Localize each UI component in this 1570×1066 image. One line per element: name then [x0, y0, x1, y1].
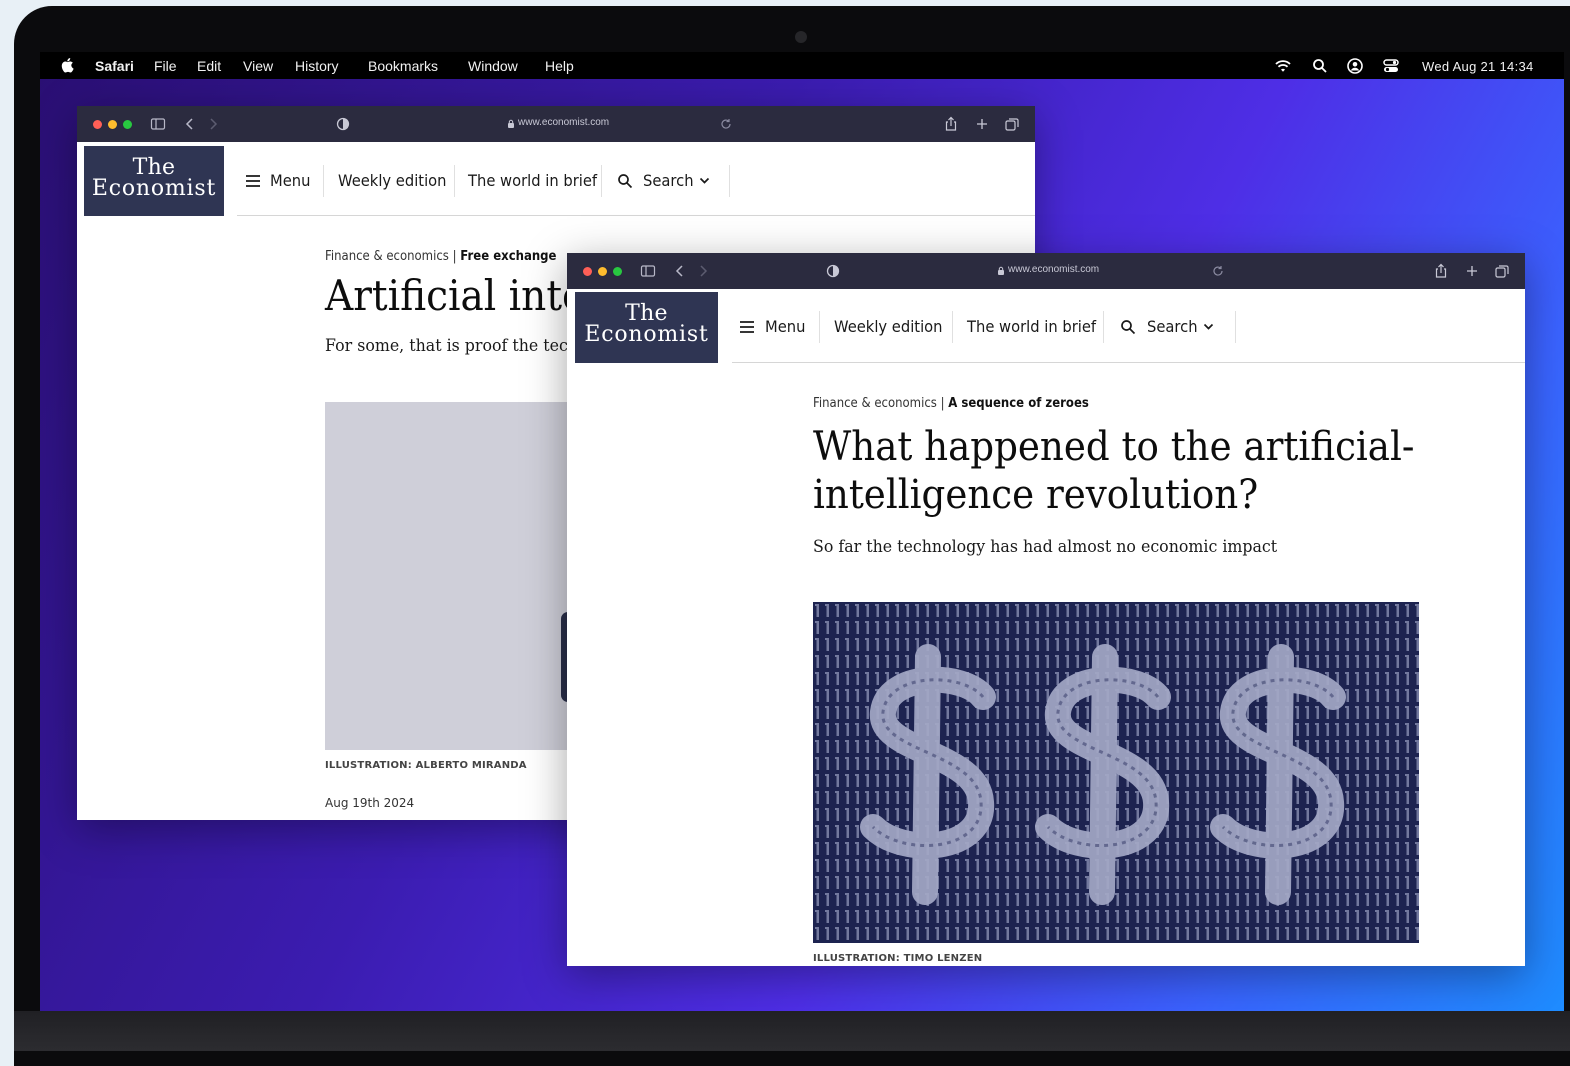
article-kicker: Finance & economics | A sequence of zero…	[813, 396, 1089, 411]
menu-window[interactable]: Window	[468, 58, 518, 74]
share-icon[interactable]	[1433, 263, 1449, 279]
browser-toolbar: www.economist.com	[567, 253, 1525, 289]
article-date: Aug 19th 2024	[325, 796, 415, 810]
logo-line-1: The	[132, 155, 176, 180]
logo-line-1: The	[625, 301, 668, 326]
privacy-shield-icon[interactable]	[335, 116, 351, 132]
nav-divider	[323, 165, 324, 197]
menu-help[interactable]: Help	[545, 58, 574, 74]
economist-logo[interactable]: The Economist	[575, 292, 718, 363]
minimize-window-button[interactable]	[598, 267, 607, 276]
menu-bookmarks[interactable]: Bookmarks	[368, 58, 438, 74]
control-center-icon[interactable]	[1382, 57, 1400, 75]
kicker-topic[interactable]: A sequence of zeroes	[948, 396, 1089, 411]
menu-app-safari[interactable]: Safari	[95, 58, 134, 74]
site-nav: Menu Weekly edition The world in brief S…	[243, 163, 743, 199]
logo-line-2: Economist	[584, 322, 709, 347]
close-window-button[interactable]	[93, 120, 102, 129]
kicker-section[interactable]: Finance & economics	[325, 249, 449, 264]
hamburger-menu-icon[interactable]	[245, 174, 261, 188]
tab-overview-icon[interactable]	[1494, 263, 1510, 279]
menu-history[interactable]: History	[295, 58, 339, 74]
new-tab-icon[interactable]	[974, 116, 990, 132]
sidebar-toggle-icon[interactable]	[640, 263, 656, 279]
nav-search[interactable]: Search	[643, 163, 694, 199]
binary-dollar-illustration	[813, 602, 1419, 943]
kicker-separator: |	[448, 249, 461, 264]
nav-search[interactable]: Search	[1147, 309, 1198, 345]
browser-toolbar: www.economist.com	[77, 106, 1035, 142]
forward-arrow-icon[interactable]	[695, 263, 711, 279]
nav-divider	[1103, 311, 1104, 343]
desktop: Safari File Edit View History Bookmarks …	[40, 52, 1564, 1011]
illustration-caption: ILLUSTRATION: TIMO LENZEN	[813, 953, 983, 964]
laptop-base	[14, 1011, 1570, 1051]
nav-world-in-brief[interactable]: The world in brief	[468, 163, 597, 199]
hamburger-menu-icon[interactable]	[739, 320, 755, 334]
kicker-topic[interactable]: Free exchange	[460, 249, 556, 264]
lock-icon	[998, 266, 1004, 275]
nav-divider	[601, 165, 602, 197]
address-bar[interactable]: www.economist.com	[518, 117, 609, 128]
header-divider	[237, 215, 1035, 216]
menu-bar: Safari File Edit View History Bookmarks …	[40, 52, 1564, 79]
nav-world-in-brief[interactable]: The world in brief	[967, 309, 1096, 345]
site-nav: Menu Weekly edition The world in brief S…	[737, 309, 1247, 345]
camera	[795, 31, 807, 43]
header-divider	[732, 362, 1525, 363]
apple-icon[interactable]	[60, 57, 74, 73]
search-icon[interactable]	[1120, 319, 1136, 335]
kicker-separator: |	[936, 396, 949, 411]
address-bar[interactable]: www.economist.com	[1008, 264, 1099, 275]
nav-divider	[729, 165, 730, 197]
share-icon[interactable]	[943, 116, 959, 132]
article-kicker: Finance & economics | Free exchange	[325, 249, 556, 264]
nav-menu[interactable]: Menu	[270, 163, 310, 199]
headline-line-2: intelligence revolution?	[813, 472, 1259, 518]
nav-divider	[819, 311, 820, 343]
article-standfirst: So far the technology has had almost no …	[813, 537, 1278, 557]
forward-arrow-icon[interactable]	[205, 116, 221, 132]
minimize-window-button[interactable]	[108, 120, 117, 129]
menu-bar-clock[interactable]: Wed Aug 21 14:34	[1422, 59, 1534, 74]
user-account-icon[interactable]	[1346, 57, 1364, 75]
spotlight-search-icon[interactable]	[1311, 57, 1329, 75]
zoom-window-button[interactable]	[613, 267, 622, 276]
back-arrow-icon[interactable]	[672, 263, 688, 279]
browser-window-front: www.economist.com The Economist Menu Wee…	[567, 253, 1525, 966]
nav-divider	[454, 165, 455, 197]
sidebar-toggle-icon[interactable]	[150, 116, 166, 132]
lock-icon	[508, 119, 514, 128]
new-tab-icon[interactable]	[1464, 263, 1480, 279]
nav-divider	[1235, 311, 1236, 343]
privacy-shield-icon[interactable]	[825, 263, 841, 279]
menu-file[interactable]: File	[154, 58, 177, 74]
nav-weekly-edition[interactable]: Weekly edition	[338, 163, 447, 199]
headline-line-1: What happened to the artificial-	[813, 424, 1415, 470]
nav-divider	[952, 311, 953, 343]
logo-line-2: Economist	[91, 176, 217, 201]
back-arrow-icon[interactable]	[182, 116, 198, 132]
article-illustration	[813, 602, 1419, 943]
economist-logo[interactable]: The Economist	[84, 146, 224, 216]
chevron-down-icon[interactable]	[1203, 323, 1214, 331]
menu-edit[interactable]: Edit	[197, 58, 221, 74]
nav-menu[interactable]: Menu	[765, 309, 805, 345]
reload-icon[interactable]	[1212, 265, 1224, 277]
reload-icon[interactable]	[720, 118, 732, 130]
zoom-window-button[interactable]	[123, 120, 132, 129]
tab-overview-icon[interactable]	[1004, 116, 1020, 132]
nav-weekly-edition[interactable]: Weekly edition	[834, 309, 943, 345]
menu-view[interactable]: View	[243, 58, 273, 74]
kicker-section[interactable]: Finance & economics	[813, 396, 937, 411]
article-headline: What happened to the artificial- intelli…	[813, 423, 1414, 519]
close-window-button[interactable]	[583, 267, 592, 276]
wifi-icon[interactable]	[1274, 57, 1292, 75]
chevron-down-icon[interactable]	[699, 177, 710, 185]
illustration-caption: ILLUSTRATION: ALBERTO MIRANDA	[325, 760, 527, 771]
search-icon[interactable]	[617, 173, 633, 189]
